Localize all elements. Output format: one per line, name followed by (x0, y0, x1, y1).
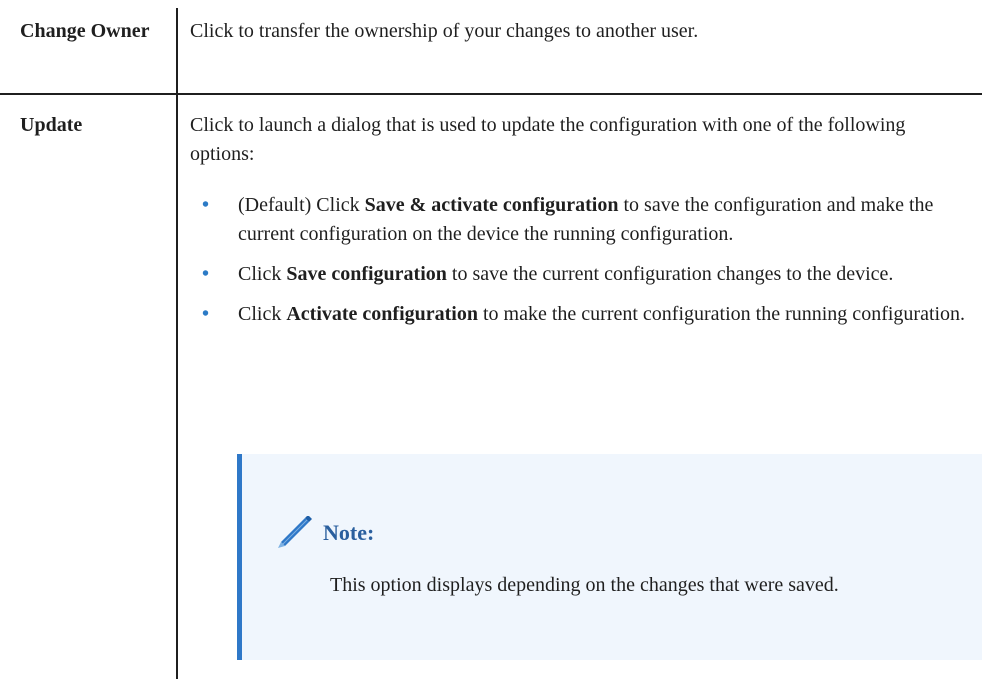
bullet-icon: • (202, 303, 210, 325)
option-text: Click Activate configuration to make the… (238, 303, 965, 325)
option-suffix: to save the current configuration change… (446, 263, 894, 285)
list-item: • Click Save configuration to save the c… (190, 260, 970, 289)
list-item: • (Default) Click Save & activate config… (190, 191, 970, 249)
bullet-icon: • (202, 263, 210, 285)
description-change-owner: Click to transfer the ownership of your … (190, 20, 699, 42)
option-prefix: Click (238, 263, 287, 285)
term-update: Update (20, 114, 83, 136)
description-update: Click to launch a dialog that is used to… (190, 114, 906, 165)
option-prefix: (Default) Click (238, 194, 365, 216)
definition-table: Change Owner Click to transfer the owner… (0, 0, 982, 679)
bullet-icon: • (202, 194, 210, 216)
option-bold: Save configuration (286, 263, 447, 285)
pencil-icon (275, 515, 315, 548)
option-prefix: Click (238, 303, 287, 325)
option-bold: Save & activate configuration (364, 194, 619, 216)
option-text: (Default) Click Save & activate configur… (238, 194, 933, 245)
option-text: Click Save configuration to save the cur… (238, 263, 893, 285)
row-divider (0, 93, 982, 95)
note-text: This option displays depending on the ch… (330, 574, 839, 596)
option-bold: Activate configuration (286, 303, 478, 325)
note-title: Note: (323, 519, 375, 545)
note-header: Note: (275, 515, 375, 548)
option-suffix: to make the current configuration the ru… (477, 303, 966, 325)
note-box: Note: This option displays depending on … (237, 454, 982, 660)
update-options-list: • (Default) Click Save & activate config… (190, 191, 970, 340)
term-change-owner: Change Owner (20, 20, 150, 42)
column-divider (176, 8, 178, 679)
list-item: • Click Activate configuration to make t… (190, 300, 970, 329)
